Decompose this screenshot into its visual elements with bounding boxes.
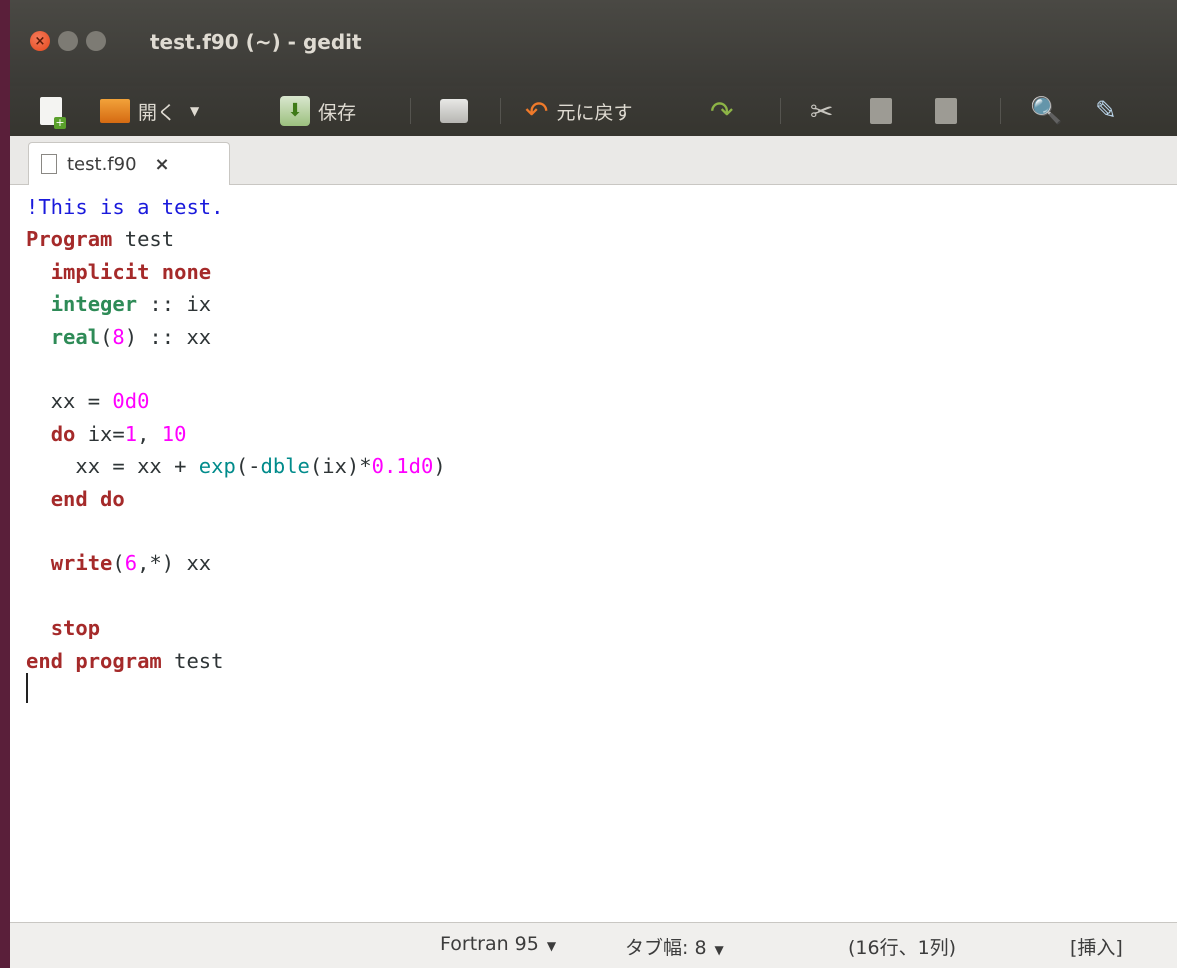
- maximize-window-button[interactable]: [86, 31, 106, 51]
- cursor-position: (16行、1列): [848, 937, 957, 959]
- code-line-12: write(6,*) xx: [50, 551, 212, 576]
- folder-icon: [100, 99, 130, 123]
- open-button[interactable]: 開く ▼: [100, 86, 199, 136]
- code-line-2: Program test: [26, 227, 175, 252]
- tab-label: test.f90: [67, 153, 137, 175]
- search-button[interactable]: 🔍: [1030, 86, 1062, 136]
- tab-width-selector[interactable]: タブ幅: 8 ▼: [625, 933, 724, 960]
- search-icon: 🔍: [1030, 96, 1063, 126]
- save-button[interactable]: ⬇ 保存: [280, 86, 356, 136]
- new-document-icon: +: [40, 97, 66, 129]
- tab-close-button[interactable]: ×: [155, 154, 170, 175]
- toolbar-separator: [1000, 98, 1001, 124]
- undo-icon: ↶: [525, 94, 549, 128]
- print-button[interactable]: [440, 86, 468, 136]
- code-line-9: xx = xx + exp(-dble(ix)*0.1d0): [26, 454, 446, 479]
- new-document-button[interactable]: +: [40, 86, 66, 136]
- code-line-10: end do: [50, 486, 125, 511]
- copy-button[interactable]: [870, 86, 892, 136]
- code-line-5: real(8) :: xx: [50, 324, 212, 349]
- replace-button[interactable]: ✎: [1095, 86, 1117, 136]
- chevron-down-icon: ▼: [546, 939, 557, 953]
- chevron-down-icon: ▼: [714, 943, 724, 957]
- code-line-15: end program test: [26, 648, 224, 673]
- scissors-icon: ✂: [810, 94, 834, 128]
- text-editor-area[interactable]: !This is a test. Program test implicit n…: [10, 185, 1177, 922]
- code-line-7: xx = 0d0: [26, 389, 150, 414]
- undo-button[interactable]: ↶ 元に戻す: [525, 86, 632, 136]
- save-icon: ⬇: [280, 96, 310, 126]
- minimize-window-button[interactable]: [58, 31, 78, 51]
- code-line-14: stop: [50, 616, 101, 641]
- tab-width-label: タブ幅: 8: [625, 937, 707, 959]
- document-tab-bar: test.f90 ×: [10, 136, 1177, 185]
- cut-button[interactable]: ✂: [810, 86, 833, 136]
- close-window-button[interactable]: ×: [30, 31, 50, 51]
- title-bar: × test.f90 (~) - gedit: [10, 0, 1177, 86]
- toolbar-separator: [780, 98, 781, 124]
- copy-icon: [870, 98, 892, 124]
- window-title: test.f90 (~) - gedit: [150, 30, 362, 54]
- save-button-label: 保存: [318, 101, 357, 124]
- status-bar: Fortran 95 ▼ タブ幅: 8 ▼ (16行、1列) [挿入]: [10, 922, 1177, 968]
- paste-button[interactable]: [935, 86, 957, 136]
- paste-icon: [935, 98, 957, 124]
- language-label: Fortran 95: [440, 933, 539, 955]
- code-content[interactable]: !This is a test. Program test implicit n…: [26, 191, 446, 677]
- code-line-4: integer :: ix: [50, 292, 212, 317]
- open-dropdown-chevron-icon[interactable]: ▼: [190, 104, 199, 118]
- text-cursor: [26, 673, 28, 703]
- redo-icon: ↷: [710, 94, 734, 128]
- toolbar: + 開く ▼ ⬇ 保存 ↶ 元に戻す ↷ ✂ 🔍 ✎: [10, 86, 1177, 136]
- search-replace-icon: ✎: [1095, 96, 1117, 126]
- tab-test-f90[interactable]: test.f90 ×: [28, 142, 230, 185]
- code-line-8: do ix=1, 10: [50, 421, 187, 446]
- code-line-1: !This is a test.: [26, 195, 224, 219]
- insert-mode: [挿入]: [1070, 937, 1123, 959]
- toolbar-separator: [410, 98, 411, 124]
- print-icon: [440, 99, 468, 123]
- gedit-window: × test.f90 (~) - gedit + 開く ▼ ⬇ 保存 ↶ 元に戻…: [10, 0, 1177, 968]
- undo-button-label: 元に戻す: [556, 101, 633, 124]
- language-selector[interactable]: Fortran 95 ▼: [440, 933, 556, 955]
- redo-button[interactable]: ↷: [710, 86, 733, 136]
- document-icon: [41, 154, 57, 174]
- code-line-3: implicit none: [50, 259, 212, 284]
- toolbar-separator: [500, 98, 501, 124]
- open-button-label: 開く: [138, 101, 177, 124]
